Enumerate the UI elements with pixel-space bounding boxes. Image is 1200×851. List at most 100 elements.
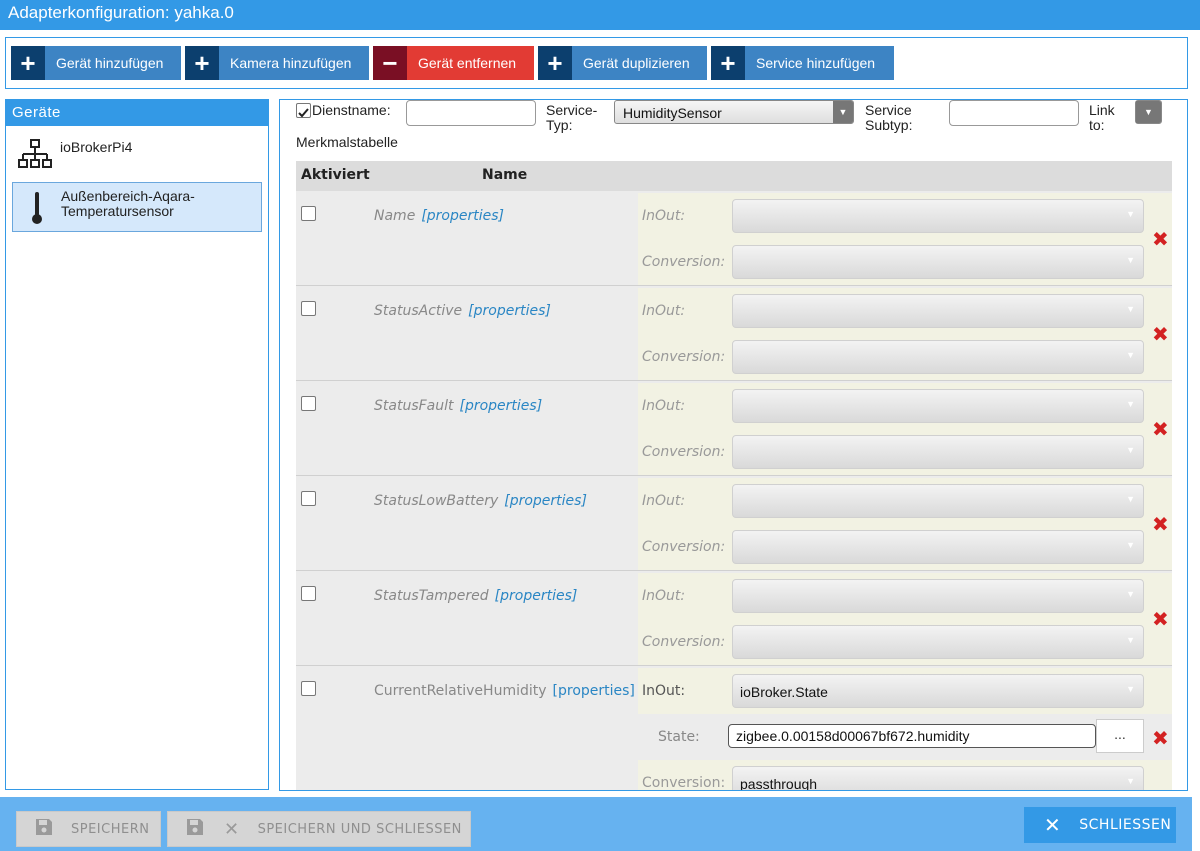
inout-row: InOut: ▼ bbox=[638, 478, 1172, 524]
state-input[interactable]: zigbee.0.00158d00067bf672.humidity bbox=[728, 724, 1096, 748]
characteristic-enabled-checkbox[interactable] bbox=[301, 491, 316, 506]
save-label: SPEICHERN bbox=[71, 821, 150, 837]
close-button[interactable]: ✕ SCHLIESSEN bbox=[1024, 807, 1176, 843]
window-title: Adapterkonfiguration: yahka.0 bbox=[8, 3, 234, 22]
checkmark-icon bbox=[298, 108, 309, 118]
inout-select[interactable]: ioBroker.State ▼ bbox=[732, 674, 1144, 708]
dropdown-arrow-icon: ▼ bbox=[1126, 776, 1135, 786]
add-camera-button[interactable]: + Kamera hinzufügen bbox=[185, 46, 369, 80]
dropdown-arrow-icon: ▼ bbox=[1126, 399, 1135, 409]
table-row: Name [properties] InOut: ▼ Conversion: ▼ … bbox=[296, 191, 1172, 286]
table-row: StatusActive [properties] InOut: ▼ Conver… bbox=[296, 286, 1172, 381]
characteristic-name: Name [properties] bbox=[374, 208, 504, 224]
remove-characteristic-icon[interactable]: ✖ bbox=[1152, 417, 1169, 441]
conversion-select[interactable]: ▼ bbox=[732, 530, 1144, 564]
characteristic-name-text: StatusLowBattery bbox=[374, 493, 499, 509]
inout-select[interactable]: ▼ bbox=[732, 294, 1144, 328]
characteristic-name: CurrentRelativeHumidity [properties] bbox=[374, 683, 635, 699]
characteristic-enabled-checkbox[interactable] bbox=[301, 206, 316, 221]
remove-device-button[interactable]: − Gerät entfernen bbox=[373, 46, 534, 80]
duplicate-device-button[interactable]: + Gerät duplizieren bbox=[538, 46, 707, 80]
dropdown-arrow-icon: ▼ bbox=[1126, 304, 1135, 314]
characteristic-name-text: StatusFault bbox=[374, 398, 454, 414]
characteristics-table-title: Merkmalstabelle bbox=[296, 134, 398, 150]
add-device-label: Gerät hinzufügen bbox=[56, 55, 164, 71]
close-icon: ✕ bbox=[1044, 813, 1062, 837]
properties-link[interactable]: [properties] bbox=[460, 398, 543, 414]
dropdown-arrow-icon: ▼ bbox=[1126, 494, 1135, 504]
dropdown-arrow-icon: ▼ bbox=[1136, 101, 1161, 123]
properties-link[interactable]: [properties] bbox=[495, 588, 578, 604]
inout-select[interactable]: ▼ bbox=[732, 579, 1144, 613]
inout-row: InOut: ▼ bbox=[638, 573, 1172, 619]
inout-select[interactable]: ▼ bbox=[732, 389, 1144, 423]
conversion-value: passthrough bbox=[740, 776, 818, 791]
device-item-aussenbereich-aqara[interactable]: Außenbereich-Aqara-Temperatursensor bbox=[12, 182, 262, 232]
remove-characteristic-icon[interactable]: ✖ bbox=[1152, 607, 1169, 631]
device-item-iobrokerpi4[interactable]: ioBrokerPi4 bbox=[12, 134, 262, 174]
conversion-select[interactable]: ▼ bbox=[732, 340, 1144, 374]
window-titlebar: Adapterkonfiguration: yahka.0 bbox=[0, 0, 1200, 30]
remove-characteristic-icon[interactable]: ✖ bbox=[1152, 726, 1169, 750]
conversion-row: Conversion: ▼ bbox=[638, 524, 1172, 570]
conversion-select[interactable]: ▼ bbox=[732, 245, 1144, 279]
footer-bar: SPEICHERN ✕ SPEICHERN UND SCHLIESSEN ✕ S… bbox=[0, 797, 1192, 851]
dropdown-arrow-icon: ▼ bbox=[1126, 209, 1135, 219]
properties-link[interactable]: [properties] bbox=[421, 208, 504, 224]
add-service-button[interactable]: + Service hinzufügen bbox=[711, 46, 894, 80]
characteristic-enabled-checkbox[interactable] bbox=[301, 586, 316, 601]
table-row: StatusTampered [properties] InOut: ▼ Conv… bbox=[296, 571, 1172, 666]
minus-icon: − bbox=[373, 46, 407, 80]
dropdown-arrow-icon: ▼ bbox=[1126, 684, 1135, 694]
characteristic-enabled-checkbox[interactable] bbox=[301, 301, 316, 316]
service-type-select[interactable]: HumiditySensor ▼ bbox=[614, 100, 854, 124]
characteristic-name-text: Name bbox=[374, 208, 416, 224]
link-to-select[interactable]: ▼ bbox=[1135, 100, 1162, 124]
service-name-input[interactable] bbox=[406, 100, 536, 126]
conversion-label: Conversion: bbox=[642, 775, 726, 791]
state-row: State: zigbee.0.00158d00067bf672.humidit… bbox=[638, 714, 1172, 760]
table-header: Aktiviert Name bbox=[296, 161, 1172, 191]
inout-select[interactable]: ▼ bbox=[732, 199, 1144, 233]
remove-characteristic-icon[interactable]: ✖ bbox=[1152, 322, 1169, 346]
plus-icon: + bbox=[185, 46, 219, 80]
service-enabled-checkbox[interactable] bbox=[296, 103, 311, 118]
conversion-row: Conversion: ▼ bbox=[638, 334, 1172, 380]
conversion-select[interactable]: ▼ bbox=[732, 435, 1144, 469]
state-browse-button[interactable]: ... bbox=[1096, 719, 1144, 753]
inout-row: InOut: ▼ bbox=[638, 383, 1172, 429]
inout-row: InOut: ▼ bbox=[638, 288, 1172, 334]
inout-select[interactable]: ▼ bbox=[732, 484, 1144, 518]
dropdown-arrow-icon: ▼ bbox=[1126, 445, 1135, 455]
service-type-value: HumiditySensor bbox=[623, 105, 722, 121]
inout-row: InOut: ioBroker.State ▼ bbox=[638, 668, 1172, 714]
save-and-close-label: SPEICHERN UND SCHLIESSEN bbox=[257, 821, 462, 837]
dropdown-arrow-icon: ▼ bbox=[833, 101, 853, 123]
properties-link[interactable]: [properties] bbox=[504, 493, 587, 509]
inout-label: InOut: bbox=[642, 208, 686, 224]
save-and-close-button[interactable]: ✕ SPEICHERN UND SCHLIESSEN bbox=[167, 811, 471, 847]
characteristic-enabled-checkbox[interactable] bbox=[301, 396, 316, 411]
conversion-label: Conversion: bbox=[642, 444, 726, 460]
remove-characteristic-icon[interactable]: ✖ bbox=[1152, 512, 1169, 536]
conversion-select[interactable]: passthrough ▼ bbox=[732, 766, 1144, 791]
table-row: StatusFault [properties] InOut: ▼ Convers… bbox=[296, 381, 1172, 476]
thermometer-icon bbox=[31, 191, 43, 228]
add-camera-label: Kamera hinzufügen bbox=[230, 55, 352, 71]
table-row: StatusLowBattery [properties] InOut: ▼ Co… bbox=[296, 476, 1172, 571]
add-device-button[interactable]: + Gerät hinzufügen bbox=[11, 46, 181, 80]
remove-characteristic-icon[interactable]: ✖ bbox=[1152, 227, 1169, 251]
conversion-label: Conversion: bbox=[642, 349, 726, 365]
characteristic-enabled-checkbox[interactable] bbox=[301, 681, 316, 696]
conversion-row: Conversion: ▼ bbox=[638, 619, 1172, 665]
dropdown-arrow-icon: ▼ bbox=[1126, 540, 1135, 550]
save-button[interactable]: SPEICHERN bbox=[16, 811, 161, 847]
header-name: Name bbox=[482, 167, 528, 183]
service-type-label: Service-Typ: bbox=[546, 102, 598, 133]
conversion-select[interactable]: ▼ bbox=[732, 625, 1144, 659]
properties-link[interactable]: [properties] bbox=[553, 683, 635, 699]
service-name-label: Dienstname: bbox=[312, 102, 391, 118]
properties-link[interactable]: [properties] bbox=[468, 303, 551, 319]
devices-panel: Geräte ioBrokerPi4 Außenbereich-Aqara-Te… bbox=[5, 99, 269, 790]
service-subtype-input[interactable] bbox=[949, 100, 1079, 126]
